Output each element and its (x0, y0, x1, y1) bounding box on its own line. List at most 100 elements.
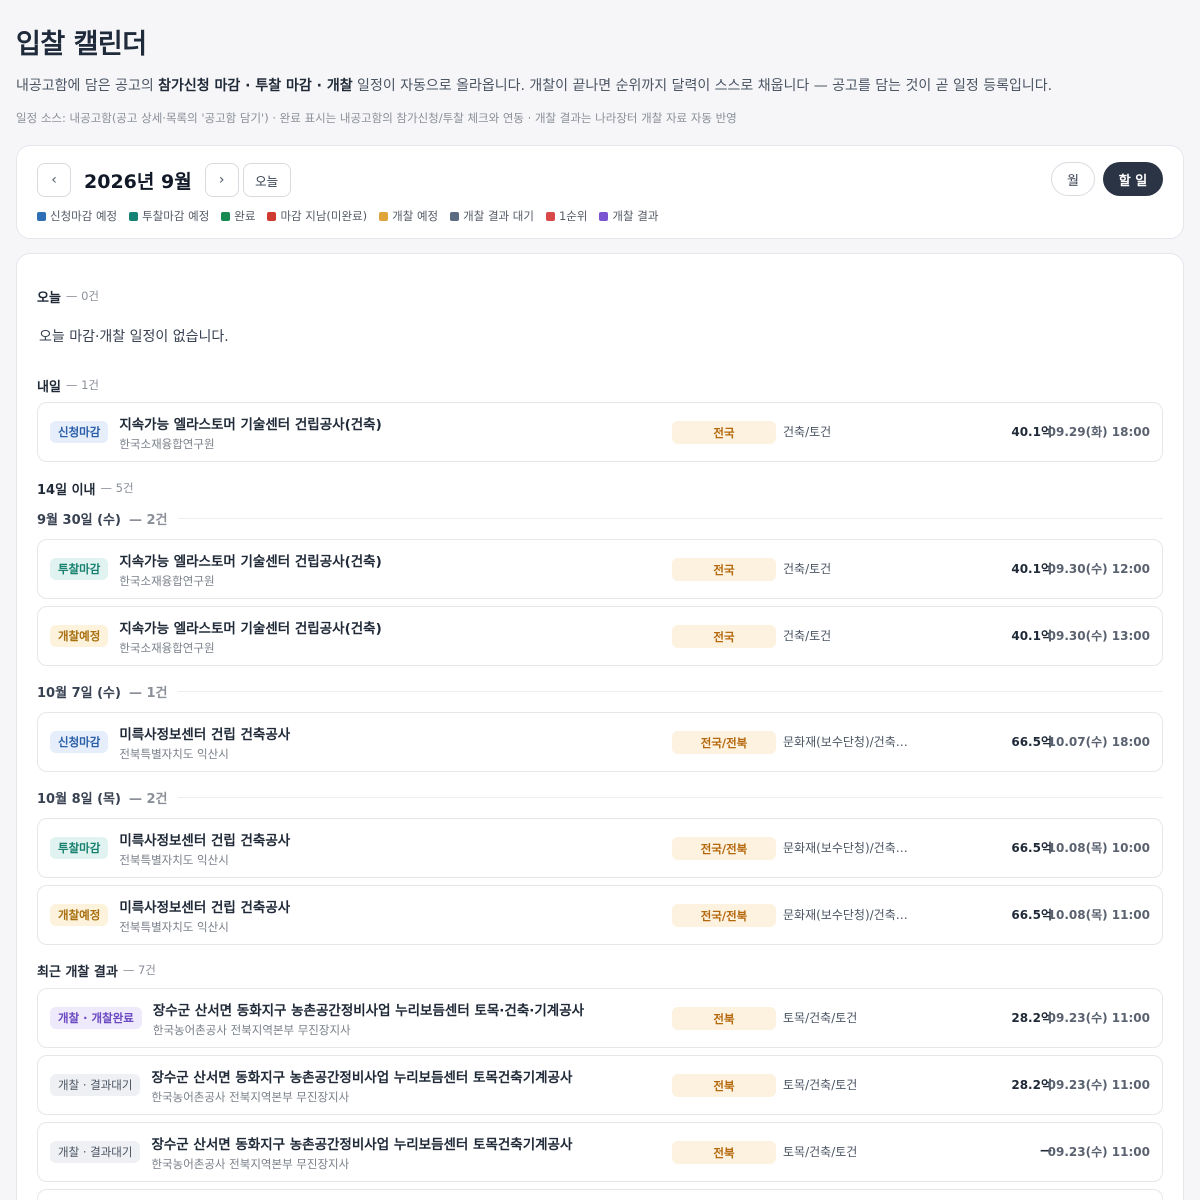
region-badge: 전국 (672, 421, 776, 444)
row-title-block: 미륵사정보센터 건립 건축공사전북특별자치도 익산시 (119, 896, 619, 935)
agency-name: 한국농어촌공사 전북지역본부 무진장지사 (151, 1156, 350, 1171)
schedule-datetime: 10.08(목) 10:00 (1047, 841, 1150, 855)
agency-name: 전북특별자치도 익산시 (119, 919, 229, 934)
section-count: — 5건 (100, 481, 134, 495)
notice-title[interactable]: 지속가능 엘라스토머 기술센터 건립공사(건축) (119, 550, 619, 570)
agency-name: 한국소재융합연구원 (119, 640, 215, 655)
schedule-datetime: 09.30(수) 12:00 (1047, 562, 1150, 576)
legend-swatch (129, 211, 139, 221)
page-description: 내공고함에 담은 공고의 참가신청 마감 · 투찰 마감 · 개찰 일정이 자동… (16, 75, 1184, 95)
legend-item: 신청마감 예정 (37, 208, 117, 224)
legend-label: 1순위 (558, 209, 588, 223)
notice-title[interactable]: 장수군 산서면 동화지구 농촌공간정비사업 누리보듬센터 토목건축기계공사 (151, 1066, 651, 1086)
category-label: 건축/토건 (783, 425, 832, 439)
agency-name: 전북특별자치도 익산시 (119, 746, 229, 761)
row-title-block: 장수군 산서면 동화지구 농촌공간정비사업 누리보듬센터 토목건축기계공사한국농… (151, 1133, 651, 1172)
empty-message: 오늘 마감·개찰 일정이 없습니다. (39, 329, 229, 345)
date-group-count: — 1건 (128, 685, 168, 701)
view-toggle: 월 할 일 (1051, 162, 1163, 196)
estimated-amount: 40.1억 (1011, 562, 1052, 576)
schedule-row[interactable]: 개찰 · 결과대기 장수군 산서면 동화지구 농촌공간정비사업 누리보듬센터 토목… (37, 1122, 1163, 1182)
desc-emphasis: 참가신청 마감 · 투찰 마감 · 개찰 (158, 78, 353, 94)
row-title-block: 지속가능 엘라스토머 기술센터 건립공사(건축) 한국소재융합연구원 (119, 413, 619, 452)
legend-item: 개찰 결과 (599, 208, 658, 224)
section-count: — 0건 (65, 289, 99, 303)
schedule-row[interactable]: 신청마감 지속가능 엘라스토머 기술센터 건립공사(건축) 한국소재융합연구원 전국 건… (37, 402, 1163, 462)
prev-month-button[interactable]: ‹ (37, 163, 71, 197)
date-group-header: 10월 7일 (수) — 1건 (37, 675, 1163, 707)
legend-item: 개찰 결과 대기 (450, 208, 534, 224)
category-label: 문화재(보수단청)/건축… (783, 908, 908, 922)
schedule-row[interactable]: 신청마감 미륵사정보센터 건립 건축공사 전북특별자치도 익산시 전국/전북 문화재(보… (37, 712, 1163, 772)
notice-title[interactable]: 지속가능 엘라스토머 기술센터 건립공사(건축) (119, 413, 619, 433)
notice-title[interactable]: 지속가능 엘라스토머 기술센터 건립공사(건축) (119, 617, 619, 637)
section-recent-results: 최근 개찰 결과 — 7건 (37, 958, 1163, 982)
desc-text-2: 일정이 자동으로 올라옵니다. 개찰이 끝나면 순위까지 달력이 스스로 채웁니… (352, 78, 1053, 94)
legend-item: 마감 지남(미완료) (267, 208, 367, 224)
divider (177, 796, 1163, 798)
legend-swatch (37, 211, 46, 221)
legend-swatch (599, 211, 609, 221)
region-badge: 전북 (672, 1007, 776, 1030)
date-group-label: 9월 30일 (수) (37, 512, 121, 528)
section-count: — 1건 (65, 378, 99, 392)
estimated-amount: 66.5억 (1011, 841, 1052, 855)
calendar-toolbar: ‹ 2026년 9월 › 오늘 월 할 일 신청마감 예정 투찰마감 예정 완료 마감… (16, 145, 1184, 239)
row-title-block: 지속가능 엘라스토머 기술센터 건립공사(건축) 한국소재융합연구원 (119, 617, 619, 656)
status-badge: 개찰예정 (50, 904, 109, 926)
today-button[interactable]: 오늘 (242, 163, 291, 197)
schedule-datetime: 10.08(목) 11:00 (1047, 908, 1150, 922)
month-view-button[interactable]: 월 (1051, 162, 1095, 196)
category-label: 문화재(보수단청)/건축… (783, 841, 908, 855)
schedule-datetime: 09.29(화) 18:00 (1047, 425, 1150, 439)
notice-title[interactable]: 미륵사정보센터 건립 건축공사 (119, 829, 619, 849)
agency-name: 전북특별자치도 익산시 (119, 852, 229, 867)
schedule-datetime: 09.23(수) 11:00 (1047, 1078, 1150, 1092)
category-label: 문화재(보수단청)/건축… (783, 735, 908, 749)
month-navigation: ‹ 2026년 9월 › 오늘 (37, 163, 291, 197)
schedule-row[interactable]: 투찰마감 미륵사정보센터 건립 건축공사 전북특별자치도 익산시 전국/전북 문화재(보… (37, 818, 1163, 878)
legend-label: 투찰마감 예정 (142, 209, 210, 223)
next-month-button[interactable]: › (204, 163, 239, 197)
status-badge: 개찰 · 결과대기 (50, 1141, 141, 1163)
date-group-count: — 2건 (128, 512, 168, 528)
todo-view-button[interactable]: 할 일 (1103, 162, 1163, 196)
status-badge: 투찰마감 (50, 558, 109, 580)
current-month-label: 2026년 9월 (84, 170, 192, 193)
legend-swatch (545, 211, 555, 221)
divider (177, 690, 1163, 692)
section-title: 오늘 (37, 290, 61, 306)
desc-text-1: 내공고함에 담은 공고의 (16, 78, 159, 94)
notice-title[interactable]: 미륵사정보센터 건립 건축공사 (119, 896, 619, 916)
notice-title[interactable]: 미륵사정보센터 건립 건축공사 (119, 723, 619, 743)
status-badge: 개찰 · 개찰완료 (50, 1007, 142, 1029)
row-title-block: 장수군 산서면 동화지구 농촌공간정비사업 누리보듬센터 토목건축기계공사 한국농… (151, 1066, 651, 1105)
estimated-amount: 66.5억 (1011, 735, 1052, 749)
status-badge: 신청마감 (50, 731, 109, 753)
notice-title[interactable]: 장수군 산서면 동화지구 농촌공간정비사업 누리보듬센터 토목건축기계공사 (151, 1133, 651, 1153)
schedule-row[interactable]: 개찰예정 지속가능 엘라스토머 기술센터 건립공사(건축) 한국소재융합연구원 전국 건… (37, 606, 1163, 666)
legend-label: 완료 (234, 209, 256, 223)
schedule-row[interactable]: 투찰마감 지속가능 엘라스토머 기술센터 건립공사(건축) 한국소재융합연구원 전국 건… (37, 539, 1163, 599)
estimated-amount: 40.1억 (1011, 629, 1052, 643)
status-badge: 개찰예정 (50, 625, 109, 647)
category-label: 토목/건축/토건 (783, 1011, 858, 1025)
category-label: 건축/토건 (783, 562, 832, 576)
notice-title[interactable]: 장수군 산서면 동화지구 농촌공간정비사업 누리보듬센터 토목·건축·기계공사 (153, 999, 653, 1019)
row-title-block: 지속가능 엘라스토머 기술센터 건립공사(건축) 한국소재융합연구원 (119, 550, 619, 589)
legend-item: 1순위 (545, 208, 588, 224)
schedule-datetime: 09.23(수) 11:00 (1047, 1145, 1150, 1159)
schedule-row[interactable]: 개찰 · 개찰완료 장수군 산서면 동화지구 농촌공간정비사업 누리보듬센터 토목… (37, 988, 1163, 1048)
section-title: 내일 (37, 379, 61, 395)
row-title-block: 장수군 산서면 동화지구 농촌공간정비사업 누리보듬센터 토목·건축·기계공사 한… (153, 999, 653, 1038)
schedule-source-note: 일정 소스: 내공고함(공고 상세·목록의 '공고함 담기') · 완료 표시는… (16, 111, 737, 125)
schedule-row[interactable]: 개찰예정 미륵사정보센터 건립 건축공사 전북특별자치도 익산시 전국/전북 문화재(보… (37, 885, 1163, 945)
legend-label: 개찰 결과 대기 (463, 209, 534, 223)
schedule-row[interactable]: 개찰 · 결과대기 장수군 산서면 동화지구 농촌공간정비사업 누리보듬센터 토목… (37, 1055, 1163, 1115)
region-badge: 전북 (672, 1074, 776, 1097)
schedule-row-partial[interactable] (37, 1189, 1163, 1200)
legend-label: 개찰 결과 (612, 209, 659, 223)
legend-swatch (221, 211, 231, 221)
legend-swatch (267, 211, 277, 221)
legend-item: 투찰마감 예정 (129, 208, 209, 224)
